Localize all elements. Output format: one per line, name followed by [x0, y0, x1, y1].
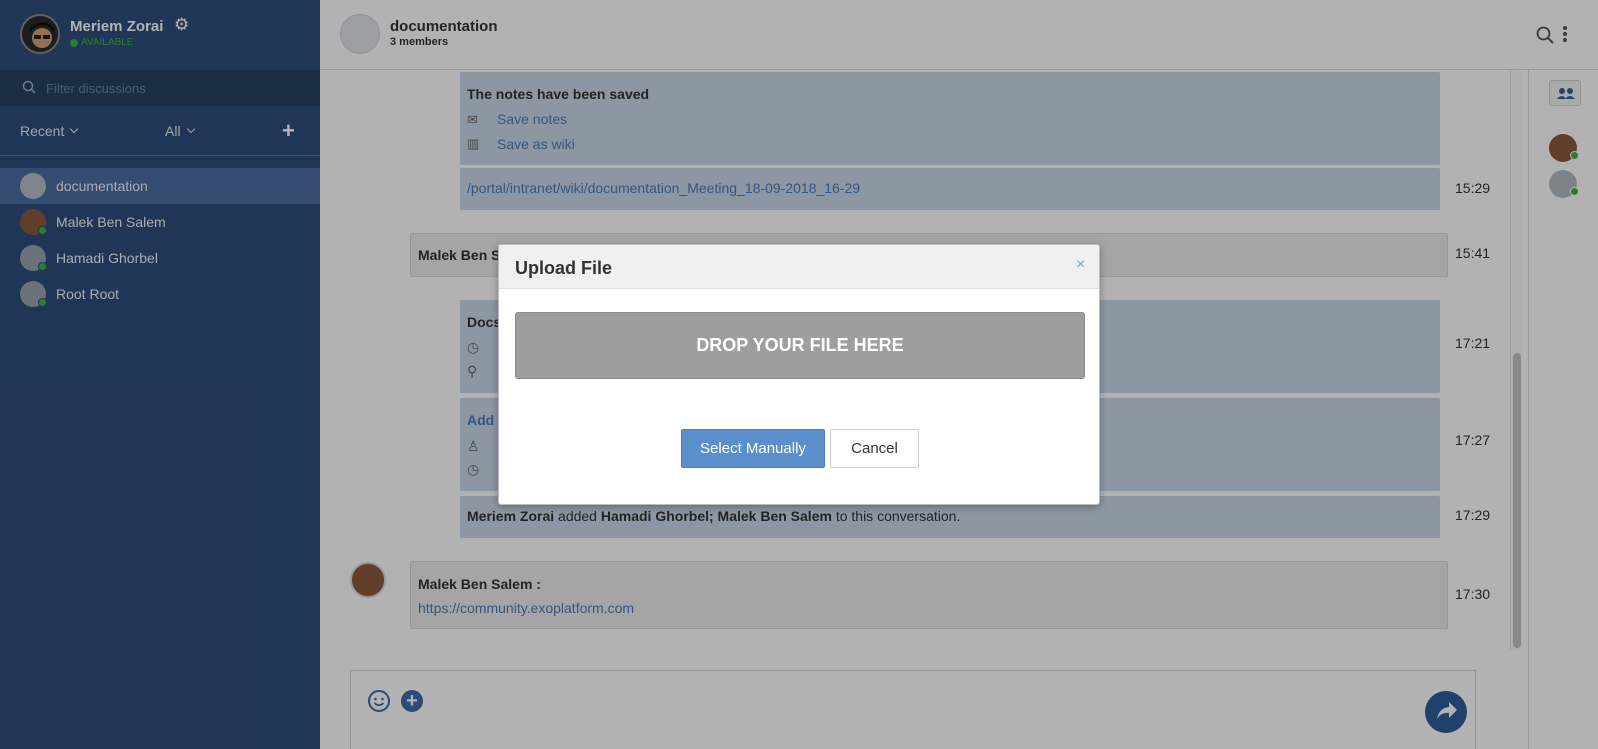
upload-file-dialog: Upload File × DROP YOUR FILE HERE Select… — [498, 244, 1100, 505]
cancel-button[interactable]: Cancel — [830, 429, 919, 468]
file-dropzone[interactable]: DROP YOUR FILE HERE — [515, 312, 1085, 379]
dialog-title: Upload File — [515, 258, 613, 278]
dropzone-label: DROP YOUR FILE HERE — [696, 335, 904, 355]
select-manually-button[interactable]: Select Manually — [681, 429, 825, 468]
close-icon[interactable]: × — [1076, 256, 1085, 274]
dialog-header: Upload File × — [499, 245, 1099, 289]
